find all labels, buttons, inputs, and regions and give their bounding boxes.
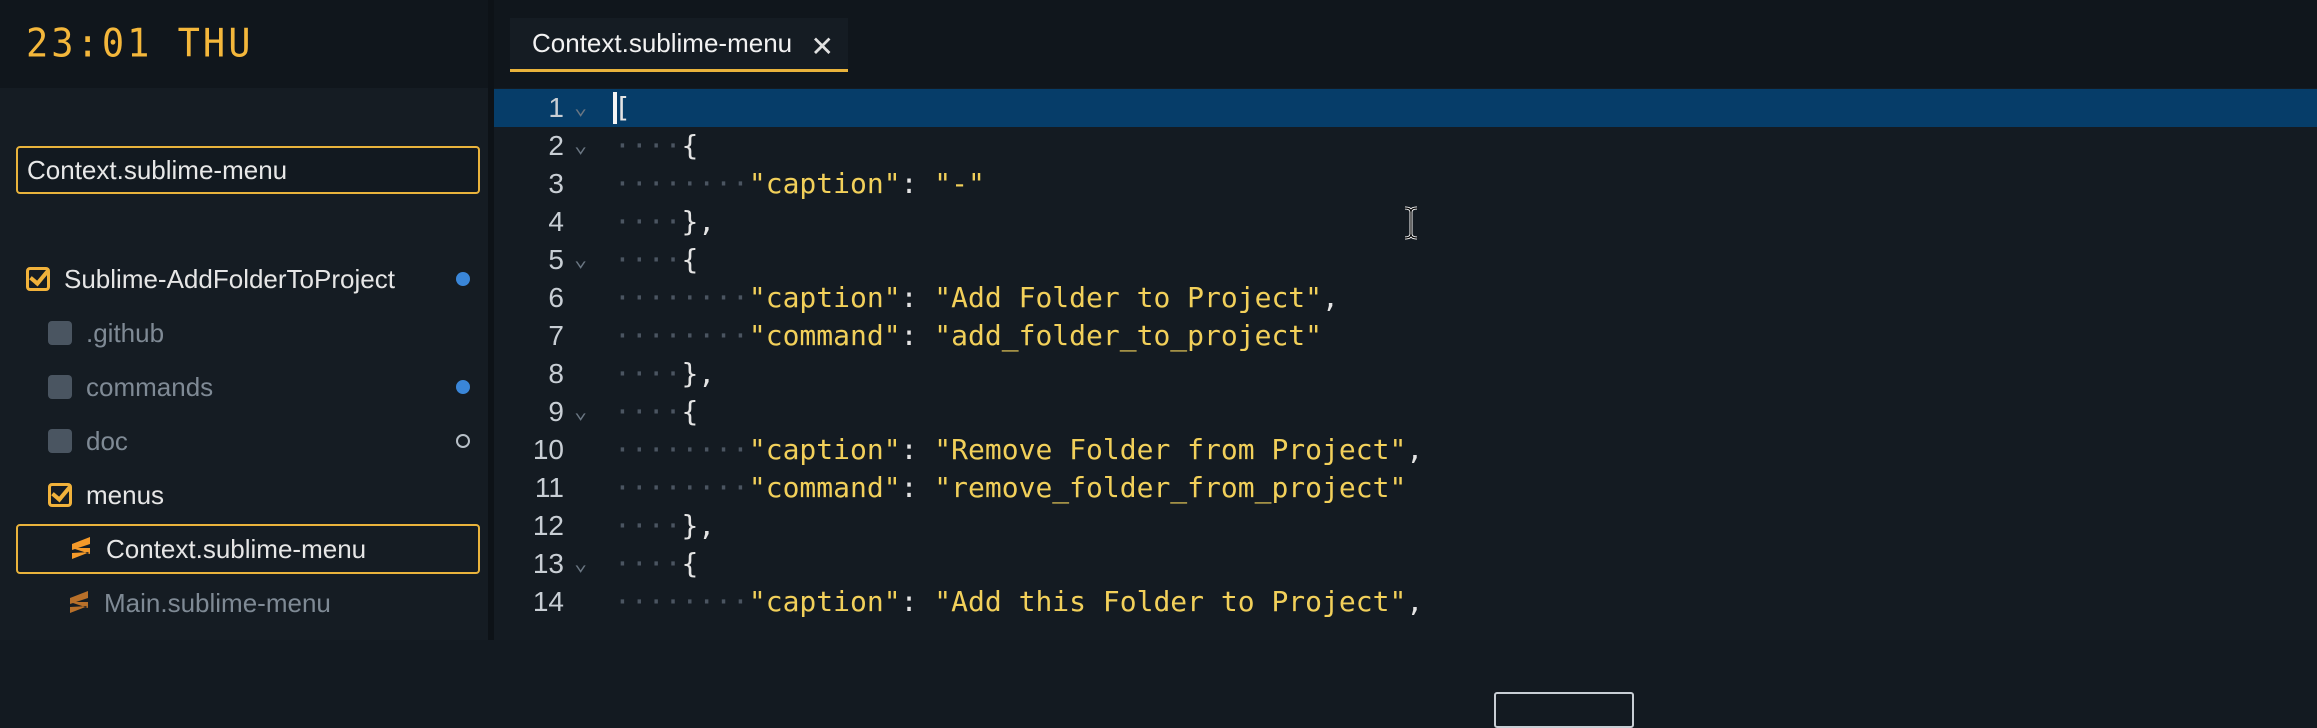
code-text: ····}, [614,205,716,238]
code-line[interactable]: 2 ⌄ ····{ [494,127,2317,165]
whitespace-marker: ···· [614,357,682,390]
line-number: 4 [548,206,564,237]
line-number: 14 [532,586,564,617]
code-line[interactable]: 5 ⌄ ····{ [494,241,2317,279]
whitespace-marker: ········ [614,167,749,200]
chevron-down-icon[interactable]: ⌄ [574,127,587,165]
whitespace-marker: ···· [614,243,682,276]
code-line[interactable]: 6 ········"caption": "Add Folder to Proje… [494,279,2317,317]
code-text: ········"command": "add_folder_to_projec… [614,319,1323,352]
whitespace-marker: ···· [614,129,682,162]
tree-folder-item[interactable]: doc [16,416,480,466]
tab-label: Context.sublime-menu [532,28,793,58]
line-number: 10 [532,434,564,465]
modified-dot-icon [456,380,470,394]
line-number: 12 [532,510,564,541]
whitespace-marker: ···· [614,547,682,580]
tree-item-label: menus [86,479,165,510]
code-text: ····}, [614,357,716,390]
whitespace-marker: ···· [614,205,682,238]
sublime-file-icon [72,537,90,559]
tab-context-sublime-menu[interactable]: Context.sublime-menu ✕ [510,18,848,72]
checkbox-checked-icon[interactable] [26,267,50,291]
chevron-down-icon[interactable]: ⌄ [574,393,587,431]
whitespace-marker: ········ [614,281,749,314]
sidebar-header: 23:01 THU [0,0,488,88]
line-number: 3 [548,168,564,199]
code-line[interactable]: 11 ········"command": "remove_folder_from… [494,469,2317,507]
code-line[interactable]: 9 ⌄ ····{ [494,393,2317,431]
code-text: ····}, [614,509,716,542]
line-number: 13 [532,548,564,579]
modified-dot-icon [456,272,470,286]
code-line[interactable]: 10 ········"caption": "Remove Folder from… [494,431,2317,469]
checkbox-checked-icon[interactable] [48,483,72,507]
code-text: ········"caption": "Add Folder to Projec… [614,281,1339,314]
clock: 23:01 THU [26,20,254,67]
tree-item-label: doc [86,425,128,456]
line-number: 5 [548,244,564,275]
line-number: 8 [548,358,564,389]
code-line[interactable]: 3 ········"caption": "-" [494,165,2317,203]
file-filter-input[interactable]: Context.sublime-menu [16,146,480,194]
whitespace-marker: ···· [614,509,682,542]
tree-folder-item[interactable]: commands [16,362,480,412]
line-number: 7 [548,320,564,351]
line-number: 9 [548,396,564,427]
chevron-down-icon[interactable]: ⌄ [574,89,587,127]
checkbox-unchecked-icon[interactable] [48,375,72,399]
sidebar: 23:01 THU Context.sublime-menu Sublime-A… [0,0,488,640]
search-match-highlight [1494,692,1634,728]
tree-file-item[interactable]: Context.sublime-menu [16,524,480,574]
code-line[interactable]: 14 ········"caption": "Add this Folder to… [494,583,2317,621]
whitespace-marker: ········ [614,319,749,352]
whitespace-marker: ········ [614,471,749,504]
chevron-down-icon[interactable]: ⌄ [574,545,587,583]
tree-item-label: commands [86,371,214,402]
code-line[interactable]: 1 ⌄[ [494,89,2317,127]
code-text: ····{ [614,395,699,428]
chevron-down-icon[interactable]: ⌄ [574,241,587,279]
checkbox-unchecked-icon[interactable] [48,321,72,345]
line-number: 1 [548,92,564,123]
code-text: ········"caption": "Remove Folder from P… [614,433,1424,466]
checkbox-unchecked-icon[interactable] [48,429,72,453]
line-number: 11 [534,472,564,503]
whitespace-marker: ········ [614,433,749,466]
code-text: ········"caption": "-" [614,167,985,200]
code-line[interactable]: 7 ········"command": "add_folder_to_proje… [494,317,2317,355]
line-number: 6 [548,282,564,313]
close-icon[interactable]: ✕ [811,30,834,63]
tree-item-label: .github [86,317,165,348]
code-line[interactable]: 12 ····}, [494,507,2317,545]
code-line[interactable]: 13 ⌄ ····{ [494,545,2317,583]
untracked-dot-icon [456,434,470,448]
code-line[interactable]: 8 ····}, [494,355,2317,393]
code-text: ····{ [614,129,699,162]
ibeam-cursor-icon [1404,206,1418,240]
tree-folder-item[interactable]: Sublime-AddFolderToProject [16,254,480,304]
code-editor[interactable]: 1 ⌄[2 ⌄ ····{3 ········"caption": "-" 4 ····},… [494,88,2317,728]
tree-folder-item[interactable]: .github [16,308,480,358]
tree-file-item[interactable]: Main.sublime-menu [16,578,480,628]
whitespace-marker: ···· [614,395,682,428]
text-caret [613,92,617,124]
code-text: ········"caption": "Add this Folder to P… [614,585,1424,618]
line-number: 2 [548,130,564,161]
tree-item-label: Context.sublime-menu [106,533,367,564]
code-text: ········"command": "remove_folder_from_p… [614,471,1407,504]
whitespace-marker: ········ [614,585,749,618]
code-text: ····{ [614,243,699,276]
tab-bar: Context.sublime-menu ✕ [494,0,2317,88]
tree-folder-item[interactable]: menus [16,470,480,520]
sublime-file-icon [70,591,88,613]
code-text: ····{ [614,547,699,580]
tree-item-label: Sublime-AddFolderToProject [64,263,395,294]
tree-item-label: Main.sublime-menu [104,587,331,618]
